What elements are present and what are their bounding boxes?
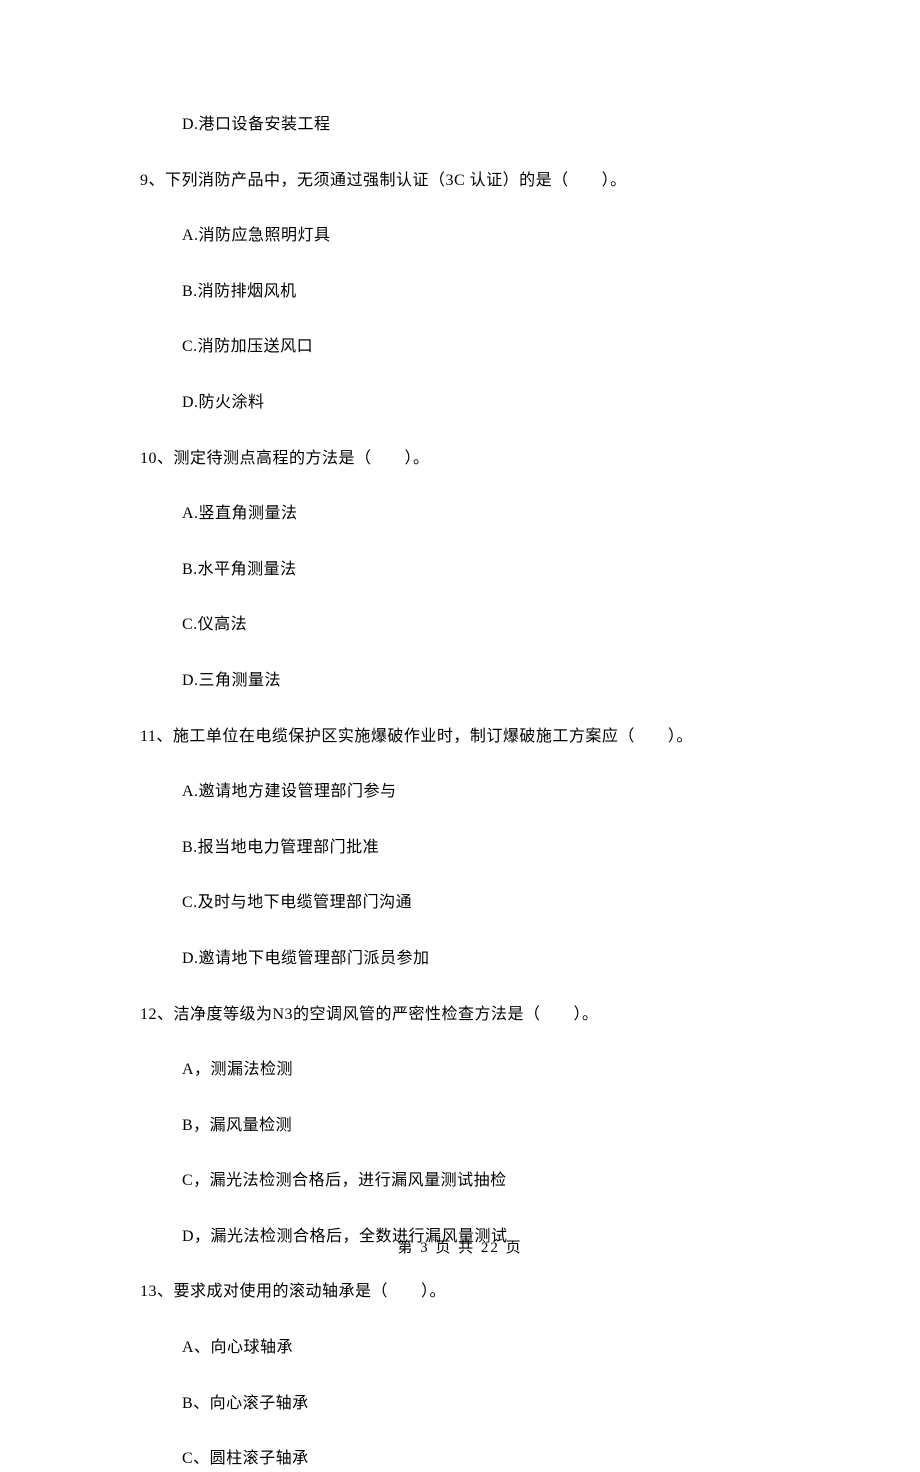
q12-option-a: A，测漏法检测 (140, 1057, 780, 1083)
q11-option-c: C.及时与地下电缆管理部门沟通 (140, 890, 780, 916)
q11-stem: 11、施工单位在电缆保护区实施爆破作业时，制订爆破施工方案应（ ）。 (140, 724, 780, 750)
q12-option-c: C，漏光法检测合格后，进行漏风量测试抽检 (140, 1168, 780, 1194)
page-footer: 第 3 页 共 22 页 (0, 1236, 920, 1257)
q10-option-c: C.仪高法 (140, 612, 780, 638)
q13-option-c: C、圆柱滚子轴承 (140, 1446, 780, 1472)
q9-stem: 9、下列消防产品中，无须通过强制认证（3C 认证）的是（ ）。 (140, 168, 780, 194)
q11-option-b: B.报当地电力管理部门批准 (140, 835, 780, 861)
q12-stem: 12、洁净度等级为N3的空调风管的严密性检查方法是（ ）。 (140, 1002, 780, 1028)
q9-option-d: D.防火涂料 (140, 390, 780, 416)
q9-option-b: B.消防排烟风机 (140, 279, 780, 305)
q13-option-b: B、向心滚子轴承 (140, 1391, 780, 1417)
q13-option-a: A、向心球轴承 (140, 1335, 780, 1361)
q10-option-a: A.竖直角测量法 (140, 501, 780, 527)
q11-option-a: A.邀请地方建设管理部门参与 (140, 779, 780, 805)
q10-option-d: D.三角测量法 (140, 668, 780, 694)
q11-option-d: D.邀请地下电缆管理部门派员参加 (140, 946, 780, 972)
q10-stem: 10、测定待测点高程的方法是（ ）。 (140, 446, 780, 472)
q12-option-b: B，漏风量检测 (140, 1113, 780, 1139)
q13-stem: 13、要求成对使用的滚动轴承是（ ）。 (140, 1279, 780, 1305)
q9-option-c: C.消防加压送风口 (140, 334, 780, 360)
q8-option-d: D.港口设备安装工程 (140, 112, 780, 138)
page-content: D.港口设备安装工程 9、下列消防产品中，无须通过强制认证（3C 认证）的是（ … (140, 112, 780, 1472)
q10-option-b: B.水平角测量法 (140, 557, 780, 583)
q9-option-a: A.消防应急照明灯具 (140, 223, 780, 249)
